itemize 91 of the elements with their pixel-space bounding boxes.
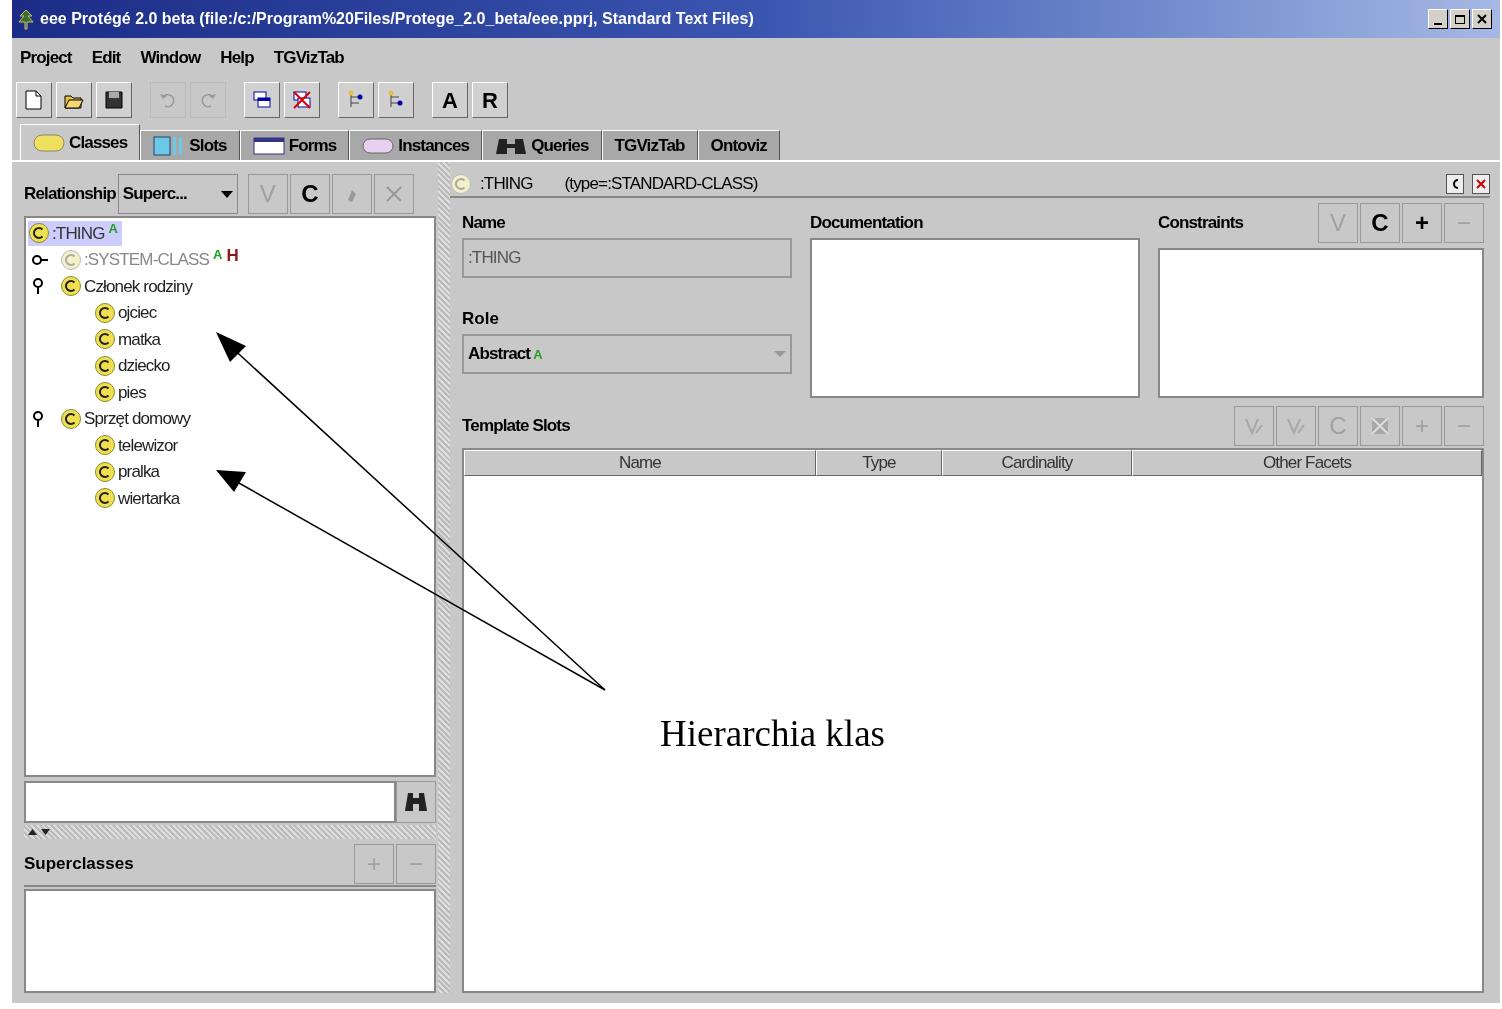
toolbar-button[interactable]: C (289, 174, 330, 214)
tree-item[interactable]: pies (94, 379, 150, 405)
maximize-icon (1455, 14, 1465, 24)
tree-item[interactable]: wiertarka (94, 485, 184, 511)
tab[interactable]: Ontoviz (697, 130, 780, 160)
window-title: eee Protégé 2.0 beta (file:/c:/Program%20Files/Protege_2.0_beta/eee.pprj, Standard Text Files) (40, 9, 755, 29)
class-icon (94, 434, 116, 457)
toolbar-button[interactable]: + (1402, 203, 1442, 243)
toolbar-button[interactable]: A (432, 82, 468, 118)
toolbar-button[interactable]: C (1360, 203, 1400, 243)
class-icon (94, 381, 116, 404)
close-button[interactable] (1472, 9, 1492, 29)
tree-item[interactable]: pralka (94, 459, 164, 485)
caret-icon (774, 351, 786, 357)
relationship-dropdown[interactable]: Superc... (117, 174, 238, 214)
tab[interactable]: Classes (20, 124, 141, 160)
c-icon (1450, 178, 1460, 190)
collapsed-handle-icon (32, 253, 48, 266)
clone-button[interactable] (1446, 174, 1464, 194)
status-letter: A (108, 221, 118, 235)
tree-item[interactable]: :SYSTEM-CLASS A H (60, 247, 243, 273)
tree-item[interactable]: :THING A (28, 220, 122, 246)
class-icon (94, 460, 116, 483)
class-icon (94, 328, 116, 351)
class-icon (450, 173, 472, 195)
class-icon (60, 407, 82, 430)
column-header[interactable]: Type (816, 450, 942, 476)
up-arrow-icon (28, 829, 37, 835)
status-letter: A (213, 248, 223, 261)
documentation-label: Documentation (810, 212, 924, 235)
role-dropdown[interactable]: Abstract A (462, 334, 792, 374)
class-icon (94, 487, 116, 510)
windows-icon (251, 89, 273, 111)
class-icon (94, 301, 116, 324)
minimize-icon (1434, 23, 1442, 25)
expanded-handle-icon (32, 410, 44, 427)
tab[interactable]: Slots (140, 130, 240, 160)
relationship-label: Relationship (24, 183, 116, 206)
menu-item[interactable]: Edit (91, 45, 121, 71)
role-label: Role (462, 308, 500, 331)
caret-icon (220, 190, 233, 198)
documentation-field[interactable] (810, 238, 1140, 398)
class-icon (60, 275, 82, 298)
column-header[interactable]: Other Facets (1132, 450, 1482, 476)
superclasses-label: Superclasses (24, 853, 135, 876)
menu-item[interactable]: TGVizTab (273, 45, 344, 71)
constraints-label: Constraints (1158, 212, 1245, 235)
tab[interactable]: TGVizTab (601, 130, 698, 160)
new-file-icon (23, 89, 45, 111)
toolbar-button[interactable]: R (472, 82, 508, 118)
column-header[interactable]: Name (464, 450, 816, 476)
tree-item[interactable]: dziecko (94, 353, 174, 379)
status-letter: A (533, 347, 542, 361)
class-icon (60, 248, 82, 271)
template-slots-label: Template Slots (462, 415, 571, 438)
expanded-handle-icon (32, 278, 44, 295)
class-type-header: (type=:STANDARD-CLASS) (564, 173, 759, 196)
form-icon (252, 135, 285, 156)
close-icon (1477, 14, 1487, 24)
class-icon (94, 354, 116, 377)
delete-slot-icon (1369, 415, 1391, 437)
tab[interactable]: Instances (349, 130, 483, 160)
delete-windows-icon (291, 89, 313, 111)
close-icon (1476, 179, 1486, 189)
menu-item[interactable]: Project (20, 45, 72, 71)
class-name-header: :THING (480, 173, 533, 196)
tab[interactable]: Queries (482, 130, 602, 160)
search-button[interactable] (396, 781, 436, 823)
tree-item[interactable]: Sprzęt domowy (60, 406, 195, 432)
class-icon (28, 222, 50, 245)
column-header[interactable]: Cardinality (942, 450, 1132, 476)
tree-item[interactable]: ojciec (94, 300, 161, 326)
menu-item[interactable]: Window (140, 45, 201, 71)
class-icon (33, 132, 65, 153)
tree-item[interactable]: telewizor (94, 432, 182, 458)
down-arrow-icon (41, 829, 50, 835)
name-label: Name (462, 212, 506, 235)
search-field[interactable] (24, 781, 396, 823)
tree-item[interactable]: matka (94, 326, 165, 352)
menu-item[interactable]: Help (220, 45, 254, 71)
instance-icon (362, 135, 395, 156)
annotation-label: Hierarchia klas (660, 712, 885, 756)
maximize-button[interactable] (1450, 9, 1470, 29)
delete-icon (383, 184, 404, 204)
minimize-button[interactable] (1428, 9, 1448, 29)
status-letter: H (226, 247, 239, 264)
tab[interactable]: Forms (239, 130, 350, 160)
app-icon (16, 8, 36, 30)
tree-item[interactable]: Członek rodziny (60, 273, 197, 299)
binoculars-icon (404, 791, 428, 813)
close-form-button[interactable] (1472, 174, 1490, 194)
